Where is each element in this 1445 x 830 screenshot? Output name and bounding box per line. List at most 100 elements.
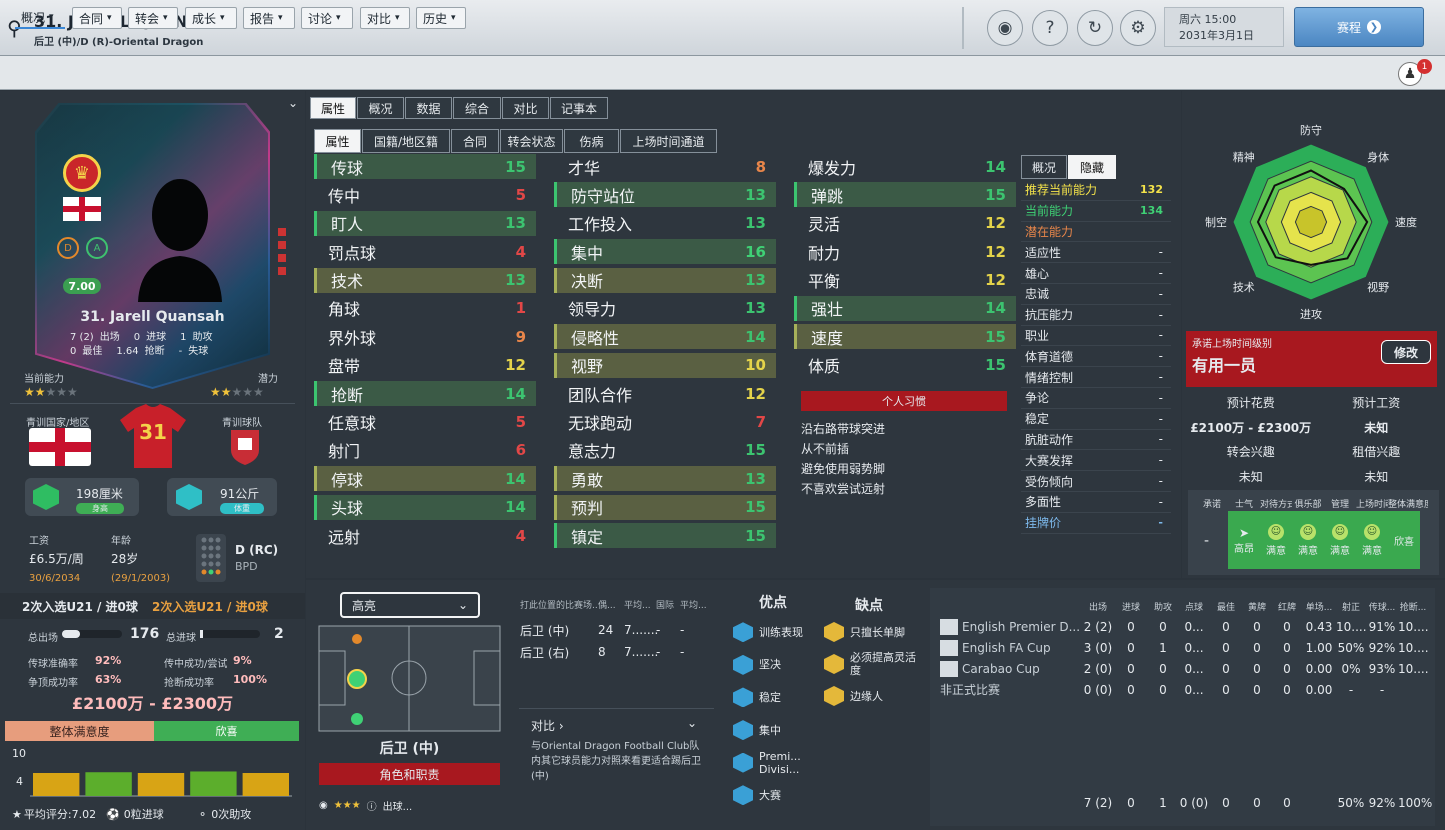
- shirt-number: 31: [139, 420, 167, 444]
- attribute-name: 强壮: [811, 300, 844, 320]
- comp-cell: 50%: [1337, 640, 1365, 655]
- comp-cell: 10....: [1398, 661, 1429, 676]
- age-label: 年龄: [111, 536, 131, 547]
- refresh-icon[interactable]: ↻: [1077, 10, 1113, 46]
- card-dots: [278, 228, 288, 280]
- cross-label: 传中成功/尝试: [164, 659, 228, 670]
- menu-3[interactable]: 成长 ▾: [185, 7, 237, 29]
- attribute-name: 灵活: [808, 215, 841, 235]
- comp-name: Carabao Cup: [940, 660, 1082, 677]
- positions-header-cell: 平均...: [680, 601, 707, 611]
- tab-0[interactable]: 属性: [310, 97, 356, 119]
- attribute-value: 14: [745, 327, 766, 346]
- list-label: 只擅长单脚: [850, 625, 905, 639]
- attribute-row: 弹跳 15: [794, 182, 1016, 208]
- hidden-attribute-row: 抗压能力 -: [1021, 305, 1171, 326]
- menu-6[interactable]: 对比 ▾: [360, 7, 410, 29]
- position-grid-icon: [196, 534, 226, 582]
- attribute-radar: 防守身体速度视野进攻 技术 制空 精神: [1205, 123, 1417, 321]
- attribute-row: 领导力 13: [554, 296, 776, 321]
- position-row: 后卫 (右) 8 7....... - -: [520, 641, 720, 663]
- tab-overview[interactable]: 概况: [1021, 155, 1067, 179]
- club-crest-icon: ♛: [63, 154, 101, 192]
- subtab-5[interactable]: 上场时间通道: [620, 129, 717, 153]
- notification-badge: 1: [1417, 59, 1432, 74]
- wage-label: 工资: [29, 536, 49, 547]
- height-tag: 身高: [76, 503, 124, 514]
- traits-header: 个人习惯: [801, 391, 1007, 411]
- attribute-row: 勇敢 13: [554, 466, 776, 492]
- tab-3[interactable]: 综合: [453, 97, 501, 119]
- attribute-row: 才华 8: [554, 154, 776, 179]
- comp-name: English Premier D...: [940, 618, 1082, 635]
- menu-5[interactable]: 讨论 ▾: [301, 7, 353, 29]
- chevron-down-icon: ▾: [451, 13, 456, 23]
- promise-value: -: [1204, 533, 1210, 549]
- tackle-win-value: 100%: [233, 673, 267, 686]
- attribute-value: 12: [985, 271, 1006, 290]
- subtab-3[interactable]: 转会状态: [500, 129, 563, 153]
- attribute-name: 界外球: [328, 328, 377, 348]
- attribute-value: 13: [745, 185, 766, 204]
- list-label: 边缘人: [850, 689, 883, 703]
- chevron-down-icon[interactable]: ⌄: [288, 96, 298, 110]
- attribute-value: 15: [985, 356, 1006, 375]
- attribute-name: 无球跑动: [568, 414, 633, 434]
- chevron-down-icon[interactable]: ⌄: [687, 716, 697, 730]
- menu-0[interactable]: 概况 ▾: [15, 7, 65, 29]
- comp-cell: 1: [1159, 640, 1167, 655]
- help-icon[interactable]: ?: [1032, 10, 1068, 46]
- comp-cell: 0: [1222, 640, 1230, 655]
- position-row: 后卫 (中) 24 7....... - -: [520, 619, 720, 641]
- comp-cell: 0...: [1184, 682, 1204, 697]
- edit-button[interactable]: 修改: [1381, 340, 1431, 364]
- comp-header-cell: 传球...: [1368, 603, 1396, 613]
- attribute-name: 速度: [811, 328, 844, 348]
- menu-2[interactable]: 转会 ▾: [128, 7, 178, 29]
- menu-4[interactable]: 报告 ▾: [243, 7, 295, 29]
- compare-text: 与Oriental Dragon Football Club队内其它球员能力对照…: [531, 741, 701, 782]
- tab-hidden[interactable]: 隐藏: [1068, 155, 1116, 179]
- gear-icon[interactable]: ⚙: [1120, 10, 1156, 46]
- comp-name-text: English Premier D...: [962, 619, 1081, 634]
- attribute-value: 4: [515, 526, 526, 545]
- continue-button[interactable]: 赛程 ❯: [1294, 7, 1424, 47]
- strength-icon: [733, 654, 753, 675]
- tab-5[interactable]: 记事本: [550, 97, 608, 119]
- attribute-value: 15: [985, 327, 1006, 346]
- overall-satisfaction-label: 整体满意度: [5, 721, 154, 741]
- subtab-4[interactable]: 伤病: [564, 129, 619, 153]
- england-flag-icon: [63, 197, 101, 221]
- attribute-value: 1: [515, 299, 526, 318]
- hidden-attribute-name: 挂牌价: [1025, 516, 1062, 531]
- comp-total-cell: 92%: [1368, 796, 1396, 810]
- attribute-row: 停球 14: [314, 466, 536, 492]
- hidden-attribute-row: 多面性 -: [1021, 492, 1171, 513]
- role-row[interactable]: ◉ ★★★ ⓘ 出球...: [319, 795, 500, 815]
- attribute-name: 头球: [331, 499, 364, 519]
- highlight-select[interactable]: 高亮 ⌄: [340, 592, 480, 618]
- compare-link[interactable]: 对比 ›: [531, 717, 564, 734]
- hidden-attribute-row: 挂牌价 -: [1021, 513, 1171, 534]
- role-duty-button[interactable]: 角色和职责: [319, 763, 500, 785]
- date-box: 周六 15:00 2031年3月1日: [1164, 7, 1284, 47]
- comp-cell: 3 (0): [1083, 640, 1113, 655]
- tab-4[interactable]: 对比: [502, 97, 549, 119]
- chevron-down-icon: ▾: [163, 13, 168, 23]
- menu-1[interactable]: 合同 ▾: [72, 7, 122, 29]
- attribute-name: 预判: [571, 499, 604, 519]
- globe-icon[interactable]: ◉: [987, 10, 1023, 46]
- subtab-1[interactable]: 国籍/地区籍: [362, 129, 450, 153]
- list-label: 大赛: [759, 788, 781, 802]
- subtab-2[interactable]: 合同: [451, 129, 499, 153]
- subtab-0[interactable]: 属性: [314, 129, 361, 153]
- card-stats: 7 (2) 出场 0 进球 1 助攻 0 最佳 1.64 抢断 - 失球: [70, 332, 213, 357]
- tab-2[interactable]: 数据: [405, 97, 452, 119]
- hidden-attribute-value: -: [1158, 474, 1163, 489]
- tab-1[interactable]: 概况: [357, 97, 404, 119]
- menu-7[interactable]: 历史 ▾: [416, 7, 466, 29]
- comp-cell: 0: [1253, 619, 1261, 634]
- attribute-row: 集中 16: [554, 239, 776, 265]
- comp-row: English Premier D... 2 (2) 0 0 0... 0 0 0 0.43 10…: [940, 616, 1437, 637]
- weaknesses-heading: 缺点: [855, 598, 883, 614]
